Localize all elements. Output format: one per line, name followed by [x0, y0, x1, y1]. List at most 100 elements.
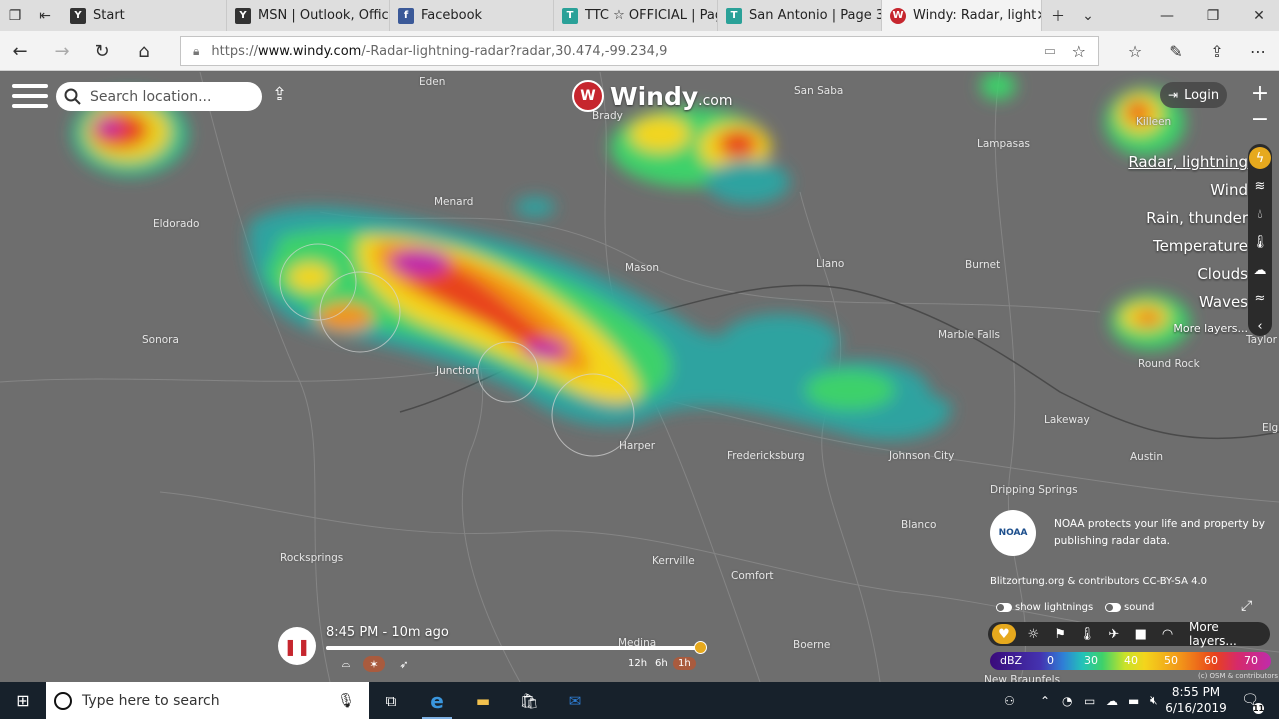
fullscreen-icon[interactable]: ⤢ — [1241, 598, 1252, 614]
system-clock[interactable]: 8:55 PM 6/16/2019 — [1163, 684, 1229, 716]
tab-san-antonio[interactable]: T San Antonio | Page 384 — [718, 0, 882, 31]
waves-icon[interactable]: ≈ — [1248, 284, 1272, 312]
more-layers-button[interactable]: More layers... — [1189, 620, 1270, 648]
city-label: Dripping Springs — [990, 484, 1078, 496]
search-input[interactable] — [88, 87, 258, 106]
share-icon[interactable]: ⇪ — [1197, 31, 1237, 71]
flag-icon[interactable]: ⚑ — [1047, 627, 1074, 642]
timeline-progress — [326, 646, 700, 650]
close-window-icon[interactable]: ✕ — [1236, 0, 1279, 31]
timeline-handle[interactable] — [694, 641, 707, 654]
speed-slow-icon[interactable]: ⌓ — [335, 656, 357, 672]
speed-fast-icon[interactable]: ➶ — [393, 656, 415, 672]
layer-waves[interactable]: Waves — [1128, 288, 1248, 316]
more-menu-icon[interactable]: ⋯ — [1238, 31, 1278, 71]
outlook-icon[interactable]: ✉ — [552, 682, 598, 719]
refresh-icon[interactable]: ↻ — [82, 31, 122, 71]
pause-button[interactable]: ❚❚ — [278, 627, 316, 665]
minimize-icon[interactable]: — — [1144, 0, 1190, 31]
tab-windy[interactable]: W Windy: Radar, light ✕ — [882, 0, 1042, 31]
radar-icon[interactable]: ◠ — [1154, 627, 1181, 642]
battery-saver-icon[interactable]: ▬ — [1128, 682, 1139, 719]
blitzortung-attribution[interactable]: Blitzortung.org & contributors CC-BY-SA … — [990, 576, 1207, 587]
thermometer-icon[interactable]: 🌡︎ — [1074, 627, 1101, 642]
ttc-icon: T — [726, 7, 742, 24]
airplane-icon[interactable]: ✈ — [1100, 627, 1127, 642]
osm-credit: (c) OSM & contributors — [1198, 672, 1279, 680]
cloud-icon[interactable]: ☁ — [1248, 256, 1272, 284]
show-hidden-icons-chevron[interactable]: ⌃ — [1040, 682, 1050, 719]
layer-rain-thunder[interactable]: Rain, thunder — [1128, 204, 1248, 232]
file-explorer-icon[interactable]: ▬ — [460, 682, 506, 719]
forward-arrow-icon[interactable]: → — [42, 31, 82, 71]
edge-icon[interactable]: e — [414, 682, 460, 719]
tab-actions-icon[interactable]: ❐ — [0, 0, 30, 31]
onedrive-cloud-icon[interactable]: ☁ — [1106, 682, 1118, 719]
tab-ttc-official[interactable]: T TTC ☆ OFFICIAL | Page — [554, 0, 718, 31]
share-map-icon[interactable]: ⇪ — [272, 84, 298, 108]
heart-icon[interactable]: ♥ — [992, 624, 1016, 644]
lightning-icon[interactable]: ϟ — [1248, 144, 1272, 172]
sound-toggle[interactable]: sound — [1105, 602, 1154, 613]
store-icon[interactable]: 🛍︎ — [506, 682, 552, 719]
people-icon[interactable]: ⚇ — [1004, 682, 1015, 719]
windows-start-icon[interactable]: ⊞ — [0, 682, 46, 719]
camera-icon[interactable]: ■ — [1127, 627, 1154, 642]
range-6h[interactable]: 6h — [650, 657, 673, 670]
volume-muted-icon[interactable]: 🔇︎ — [1150, 682, 1158, 719]
more-layers-link[interactable]: More layers... — [1128, 316, 1248, 340]
speed-normal-icon[interactable]: ✶ — [363, 656, 385, 672]
range-12h[interactable]: 12h — [623, 657, 652, 670]
search-box[interactable] — [56, 82, 262, 111]
taskbar-search-box[interactable]: Type here to search 🎙︎ — [46, 682, 369, 719]
new-tab-icon[interactable]: ＋ — [1044, 0, 1072, 31]
logo-suffix: .com — [698, 92, 733, 109]
login-label: Login — [1184, 87, 1220, 103]
wind-icon[interactable]: ≋ — [1248, 172, 1272, 200]
login-button[interactable]: ⇥ Login — [1160, 82, 1228, 108]
show-lightnings-toggle[interactable]: show lightnings — [996, 602, 1093, 613]
address-bar[interactable]: 🔒︎ https://www.windy.com/-Radar-lightnin… — [180, 36, 1099, 66]
favorites-hub-icon[interactable]: ☆ — [1115, 31, 1155, 71]
battery-icon[interactable]: ▭ — [1084, 682, 1095, 719]
home-icon[interactable]: ⌂ — [124, 31, 164, 71]
pen-notes-icon[interactable]: ✎ — [1156, 31, 1196, 71]
wifi-icon[interactable]: ◔ — [1062, 682, 1072, 719]
radar-map[interactable]: Eden San Saba Brady Killeen Lampasas Eld… — [0, 72, 1279, 682]
city-label: Mason — [625, 262, 660, 274]
toggle-switch-icon — [996, 603, 1012, 612]
action-center-icon[interactable]: 🗨︎ 11 — [1238, 688, 1264, 714]
zoom-out-icon[interactable]: − — [1247, 106, 1273, 132]
city-label: Sonora — [142, 334, 179, 346]
back-arrow-icon[interactable]: ← — [0, 31, 40, 71]
restore-icon[interactable]: ❐ — [1190, 0, 1236, 31]
close-tab-icon[interactable]: ✕ — [1036, 8, 1041, 24]
tab-start[interactable]: Y Start — [62, 0, 227, 31]
browser-tab-bar: ❐ ⇤ Y Start Y MSN | Outlook, Office, f F… — [0, 0, 1279, 31]
reading-view-icon[interactable]: ▭ — [1044, 44, 1056, 59]
chevron-left-icon[interactable]: ‹ — [1248, 312, 1272, 340]
tab-msn[interactable]: Y MSN | Outlook, Office, — [227, 0, 390, 31]
favorite-star-icon[interactable]: ☆ — [1072, 42, 1086, 61]
weather-icon[interactable]: ☼ — [1020, 627, 1047, 642]
menu-hamburger-icon[interactable] — [12, 84, 48, 110]
layer-radar-lightning[interactable]: Radar, lightning — [1128, 148, 1248, 176]
tab-facebook[interactable]: f Facebook — [390, 0, 554, 31]
range-1h[interactable]: 1h — [673, 657, 696, 670]
city-label: Junction — [436, 365, 479, 377]
city-label: Menard — [434, 196, 474, 208]
task-view-icon[interactable]: ⧉ — [368, 682, 414, 719]
timeline-track[interactable] — [326, 646, 700, 650]
tab-preview-chevron-icon[interactable]: ⌄ — [1074, 0, 1102, 31]
thermometer-icon[interactable]: 🌡︎ — [1248, 228, 1272, 256]
windy-logo[interactable]: W Windy.com — [572, 80, 733, 112]
url-text[interactable]: https://www.windy.com/-Radar-lightning-r… — [211, 44, 667, 59]
layer-clouds[interactable]: Clouds — [1128, 260, 1248, 288]
rain-drop-icon[interactable]: 💧︎ — [1248, 200, 1272, 228]
layer-temperature[interactable]: Temperature — [1128, 232, 1248, 260]
set-aside-tabs-icon[interactable]: ⇤ — [30, 0, 60, 31]
city-label: Rocksprings — [280, 552, 344, 564]
microphone-icon[interactable]: 🎙︎ — [337, 693, 355, 709]
layer-wind[interactable]: Wind — [1128, 176, 1248, 204]
zoom-in-icon[interactable]: + — [1247, 80, 1273, 106]
